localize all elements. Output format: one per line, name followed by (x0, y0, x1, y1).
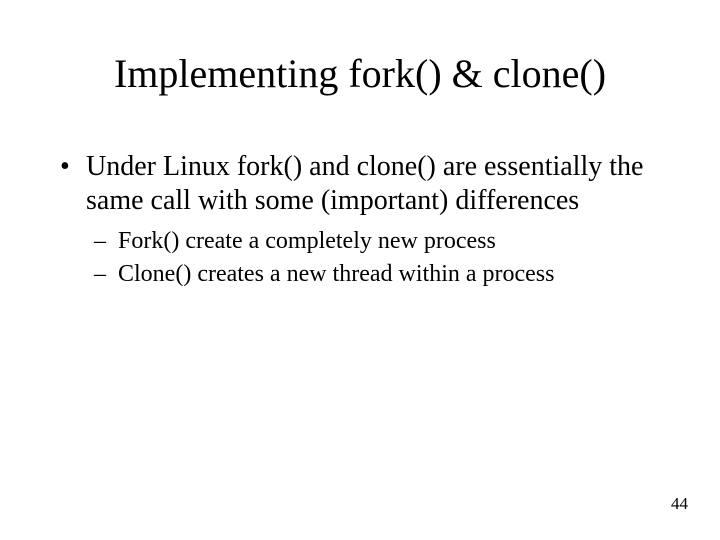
bullet-level2: Fork() create a completely new process (60, 227, 660, 256)
slide: Implementing fork() & clone() Under Linu… (0, 0, 720, 540)
bullet-level1: Under Linux fork() and clone() are essen… (60, 150, 660, 217)
bullet-level2: Clone() creates a new thread within a pr… (60, 260, 660, 289)
slide-title: Implementing fork() & clone() (0, 50, 720, 97)
slide-body: Under Linux fork() and clone() are essen… (60, 150, 660, 293)
page-number: 44 (671, 494, 688, 514)
